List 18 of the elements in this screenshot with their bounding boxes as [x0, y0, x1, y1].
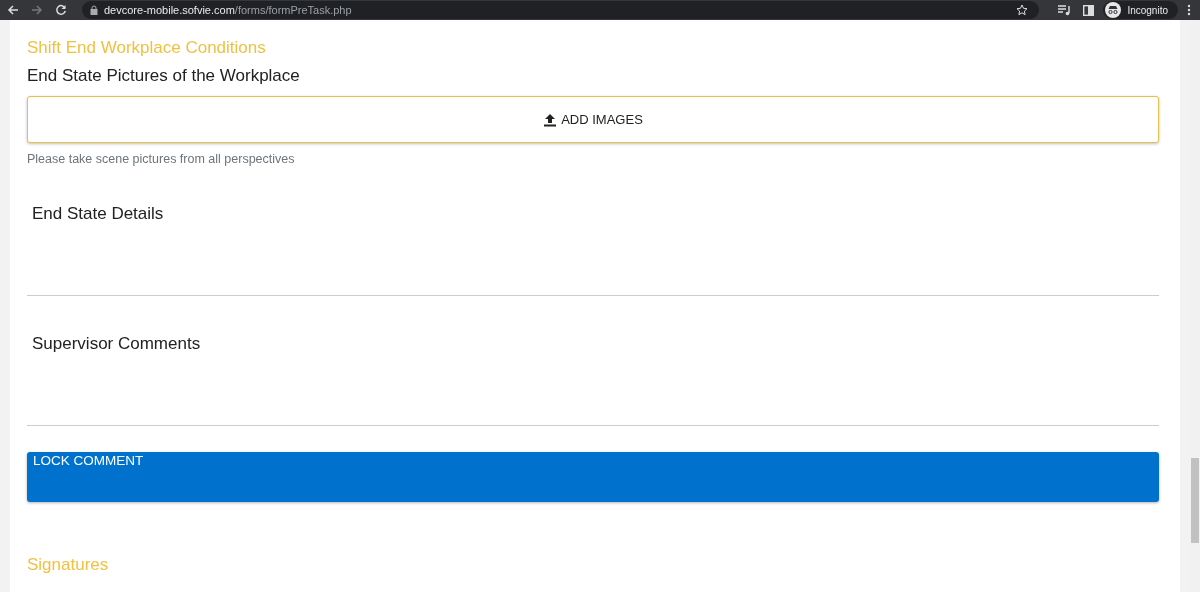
scrollbar-thumb[interactable] — [1191, 458, 1199, 543]
section-title: Shift End Workplace Conditions — [27, 38, 267, 59]
field-label: End State Pictures of the Workplace — [27, 66, 301, 87]
section-title: Signatures — [27, 555, 110, 576]
add-images-button[interactable]: ADD IMAGES — [27, 96, 1159, 143]
lock-comment-button[interactable]: LOCK COMMENT — [27, 452, 1159, 502]
text-area-field[interactable]: End State Details — [27, 166, 1159, 296]
helper-text: Please take scene pictures from all perspectives — [27, 152, 296, 166]
profile-chip[interactable]: Incognito — [1103, 1, 1178, 19]
scrollbar[interactable] — [1190, 20, 1200, 592]
upload-icon — [543, 112, 558, 127]
url-text: devcore-mobile.sofvie.com/forms/formPreTask.php — [104, 4, 352, 16]
profile-label: Incognito — [1127, 4, 1168, 16]
field-label: End State Details — [32, 204, 165, 224]
lock-icon — [90, 5, 98, 15]
text-area-field[interactable]: Supervisor Comments — [27, 296, 1159, 426]
field-label: Supervisor Comments — [32, 334, 202, 354]
address-bar[interactable]: devcore-mobile.sofvie.com/forms/formPreTask.php — [82, 1, 1040, 19]
